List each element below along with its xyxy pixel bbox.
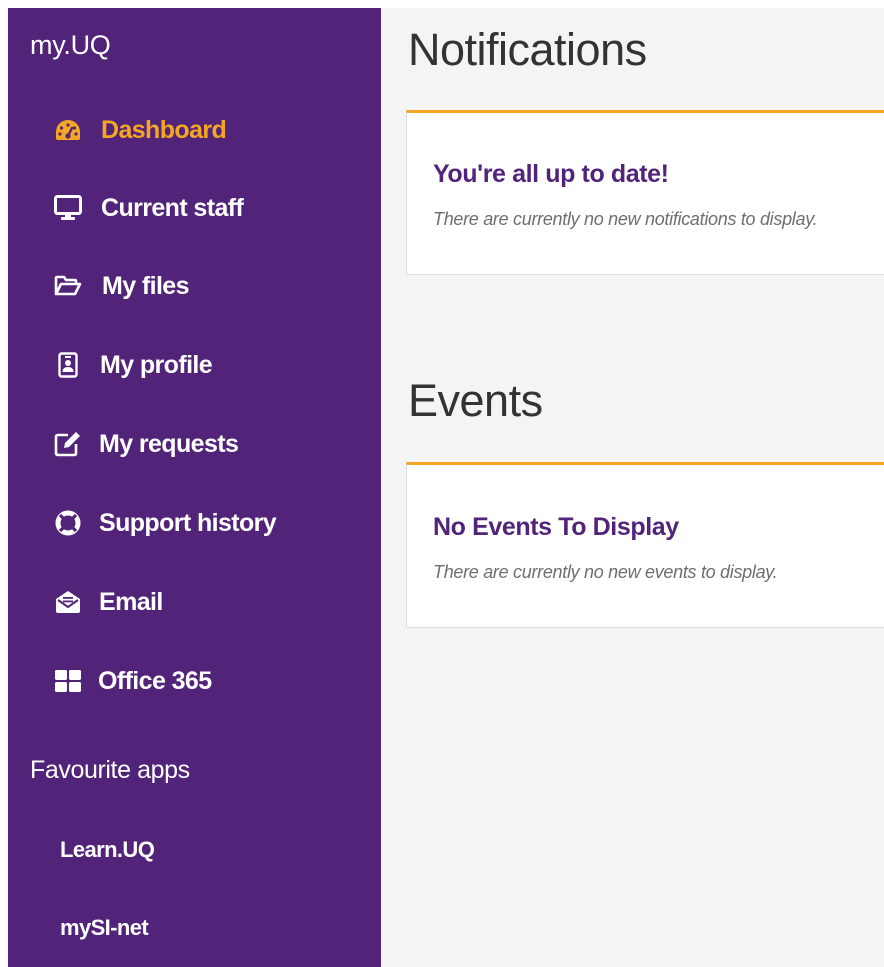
edit-square-icon xyxy=(54,430,82,458)
sidebar-item-label: Office 365 xyxy=(98,666,212,695)
office-grid-icon xyxy=(54,667,82,695)
notifications-card-text: There are currently no new notifications… xyxy=(433,209,818,229)
id-badge-icon xyxy=(54,351,82,379)
sidebar-item-dashboard[interactable]: Dashboard xyxy=(54,110,227,150)
sidebar-item-current-staff[interactable]: Current staff xyxy=(54,188,244,228)
events-card-text: There are currently no new events to dis… xyxy=(433,562,778,582)
favourite-app-mysi-net[interactable]: mySI-net xyxy=(60,915,149,941)
folder-open-icon xyxy=(54,272,82,300)
envelope-open-icon xyxy=(54,588,82,616)
dashboard-gauge-icon xyxy=(54,116,82,144)
sidebar-item-my-files[interactable]: My files xyxy=(54,266,190,306)
sidebar-item-label: Support history xyxy=(99,508,277,537)
sidebar-item-email[interactable]: Email xyxy=(54,582,163,622)
sidebar-item-label: Current staff xyxy=(101,193,244,222)
main-content: Notifications You're all up to date! The… xyxy=(381,8,884,967)
events-card-title: No Events To Display xyxy=(433,513,679,541)
sidebar-item-label: My profile xyxy=(100,350,213,379)
desktop-monitor-icon xyxy=(54,194,82,222)
favourite-app-learn-uq[interactable]: Learn.UQ xyxy=(60,837,155,863)
notifications-card: You're all up to date! There are current… xyxy=(406,110,884,275)
sidebar-item-label: Email xyxy=(99,587,163,616)
life-ring-icon xyxy=(54,509,82,537)
notifications-card-title: You're all up to date! xyxy=(433,160,669,188)
sidebar-item-label: My requests xyxy=(99,429,239,458)
favourite-apps-heading: Favourite apps xyxy=(30,756,190,784)
events-title: Events xyxy=(408,375,543,426)
sidebar-item-support-history[interactable]: Support history xyxy=(54,503,277,543)
sidebar-item-label: My files xyxy=(102,271,190,300)
sidebar-item-my-requests[interactable]: My requests xyxy=(54,424,239,464)
sidebar-item-my-profile[interactable]: My profile xyxy=(54,345,213,385)
events-card: No Events To Display There are currently… xyxy=(406,462,884,628)
sidebar-item-label: Dashboard xyxy=(101,115,227,144)
sidebar: my.UQ Dashboard Current staff My files M… xyxy=(8,8,381,967)
sidebar-item-office-365[interactable]: Office 365 xyxy=(54,661,212,701)
notifications-title: Notifications xyxy=(408,24,647,75)
brand-logo[interactable]: my.UQ xyxy=(30,30,111,61)
